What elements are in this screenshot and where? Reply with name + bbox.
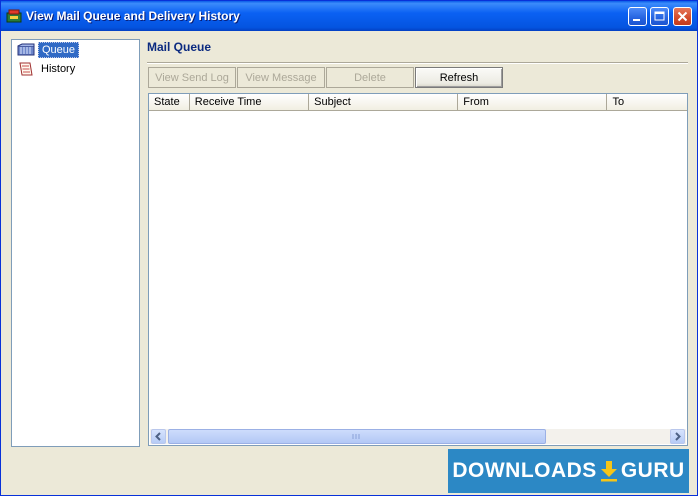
- column-headers: State Receive Time Subject From To: [149, 94, 687, 111]
- mail-server-icon: [6, 9, 22, 23]
- horizontal-scrollbar[interactable]: [150, 429, 686, 444]
- watermark-text-right: GURU: [620, 459, 685, 482]
- navigation-tree[interactable]: Queue History: [11, 39, 140, 447]
- window-title: View Mail Queue and Delivery History: [26, 9, 240, 23]
- scroll-thumb[interactable]: [168, 429, 546, 444]
- watermark-banner: DOWNLOADS GURU: [448, 449, 689, 493]
- tree-item-label: History: [41, 63, 76, 75]
- panel-title: Mail Queue: [147, 40, 212, 54]
- refresh-button[interactable]: Refresh: [415, 67, 503, 88]
- grip-icon: [352, 434, 360, 439]
- queue-icon: [17, 43, 35, 56]
- column-header-state[interactable]: State: [149, 94, 190, 111]
- tree-item-history[interactable]: History: [17, 61, 78, 77]
- minimize-button[interactable]: [628, 7, 647, 26]
- view-send-log-button[interactable]: View Send Log: [148, 67, 236, 88]
- tree-item-label: Queue: [38, 42, 80, 58]
- scroll-right-button[interactable]: [670, 429, 685, 444]
- chevron-left-icon: [155, 432, 161, 441]
- title-bar[interactable]: View Mail Queue and Delivery History: [1, 1, 697, 31]
- column-header-to[interactable]: To: [607, 94, 687, 111]
- close-button[interactable]: [673, 7, 692, 26]
- close-icon: [677, 11, 688, 22]
- watermark-text-left: DOWNLOADS: [452, 459, 597, 482]
- maximize-icon: [654, 11, 665, 21]
- delete-button[interactable]: Delete: [326, 67, 414, 88]
- tree-item-queue[interactable]: Queue: [17, 42, 80, 58]
- scroll-left-button[interactable]: [151, 429, 166, 444]
- column-header-subject[interactable]: Subject: [309, 94, 459, 111]
- view-message-button[interactable]: View Message: [237, 67, 325, 88]
- app-window: View Mail Queue and Delivery History Que…: [0, 0, 698, 496]
- download-arrow-icon: [600, 461, 617, 482]
- history-icon: [19, 62, 33, 76]
- column-header-from[interactable]: From: [458, 94, 608, 111]
- column-header-receive-time[interactable]: Receive Time: [189, 94, 310, 111]
- maximize-button[interactable]: [650, 7, 669, 26]
- mail-queue-list[interactable]: State Receive Time Subject From To: [148, 93, 688, 446]
- minimize-icon: [633, 19, 640, 21]
- chevron-right-icon: [675, 432, 681, 441]
- divider: [147, 62, 688, 64]
